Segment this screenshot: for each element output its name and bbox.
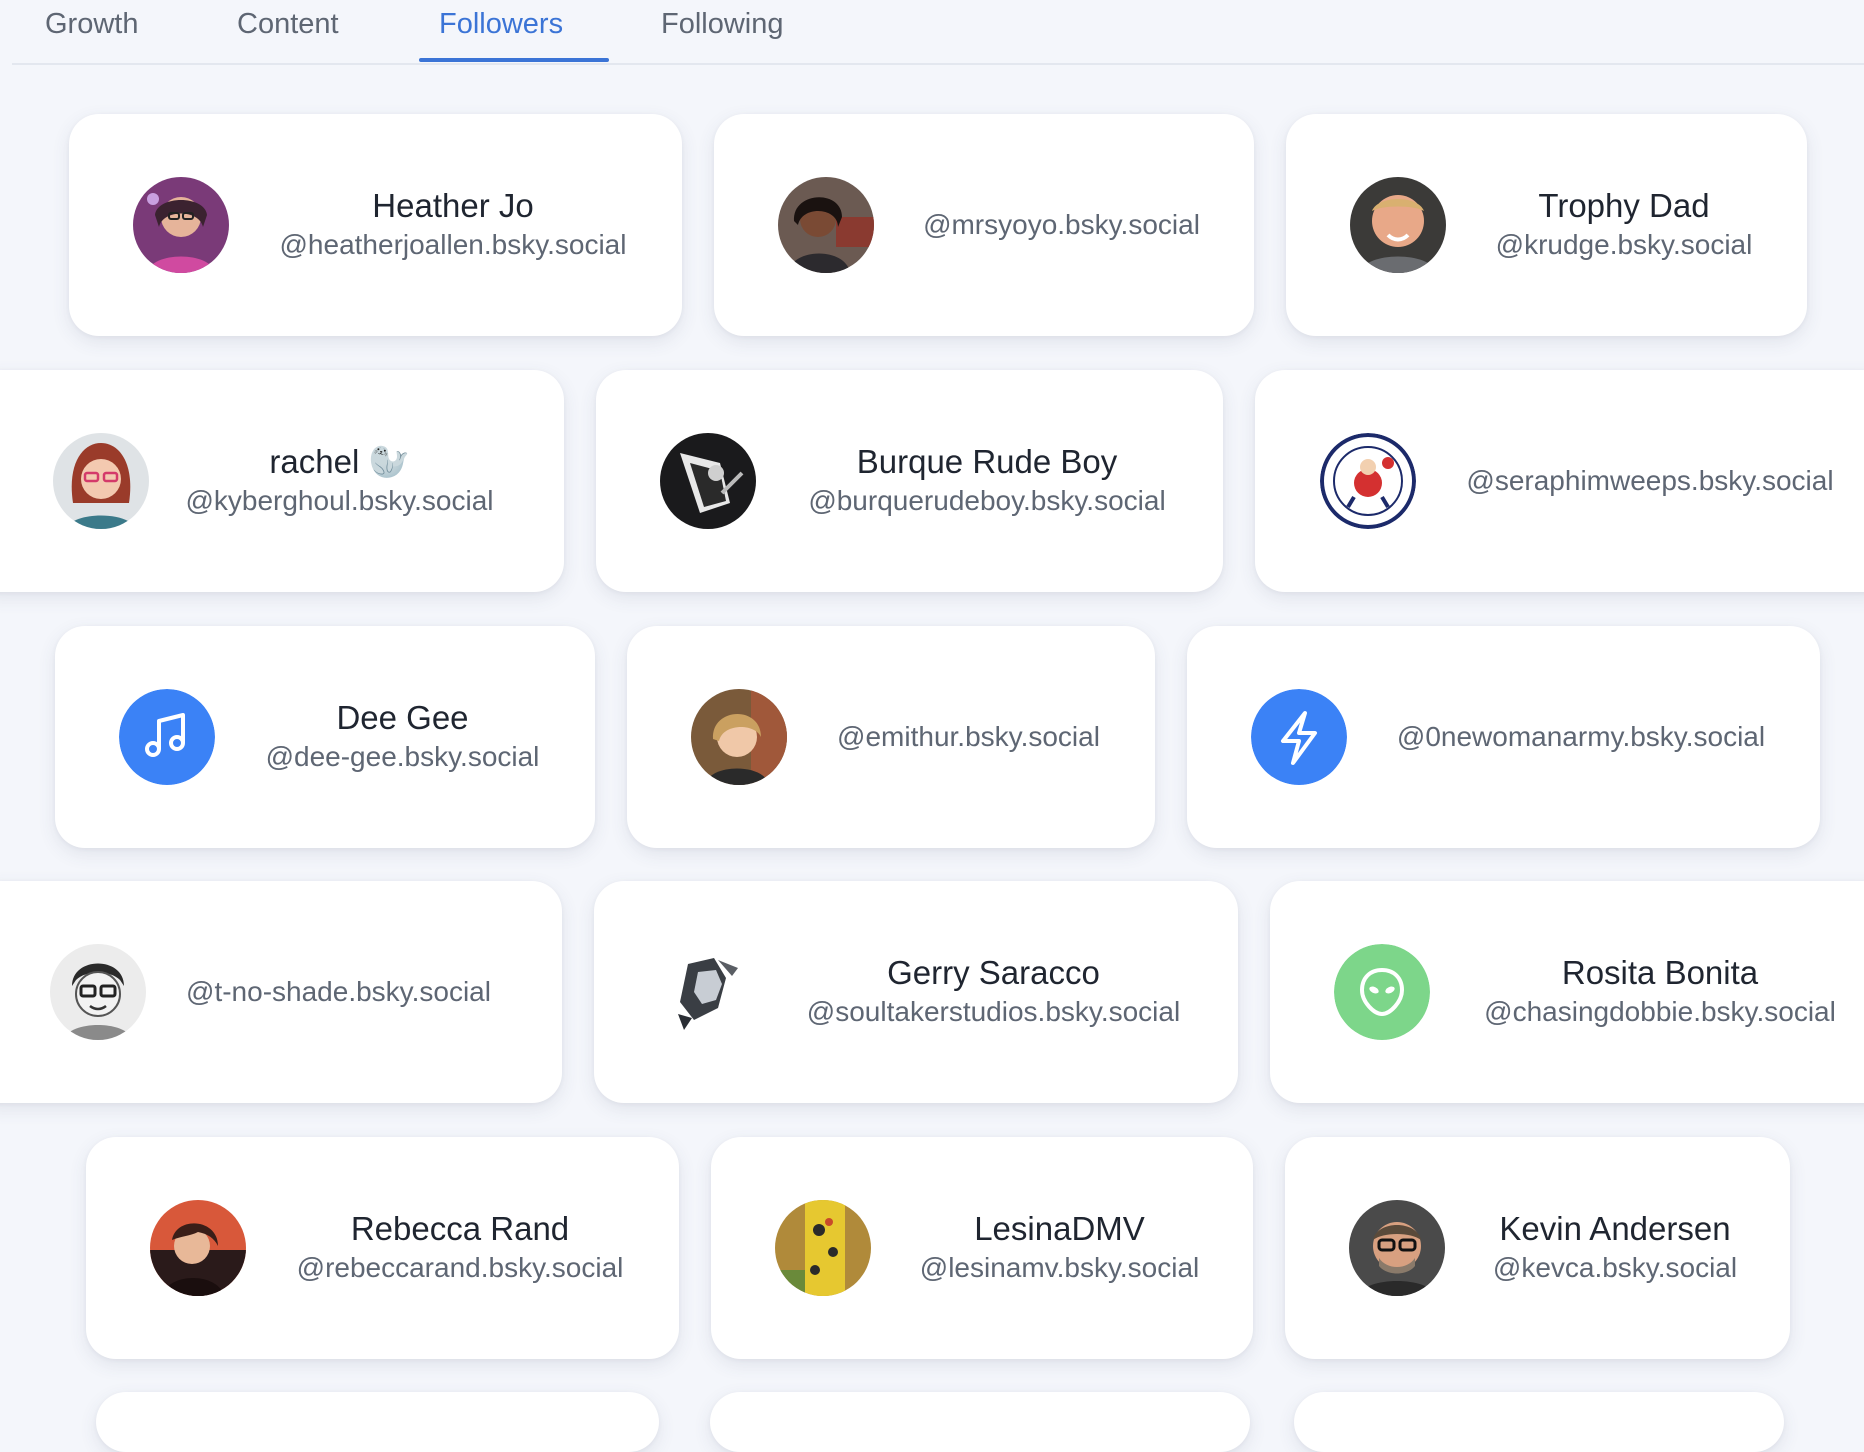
lightning-bolt-icon bbox=[1251, 689, 1347, 785]
denver-nuggets-logo bbox=[1320, 433, 1416, 529]
follower-handle: @dee-gee.bsky.social bbox=[265, 741, 540, 772]
follower-card[interactable]: Gerry Saracco @soultakerstudios.bsky.soc… bbox=[594, 881, 1238, 1103]
follower-card[interactable]: Dee Gee @dee-gee.bsky.social bbox=[55, 626, 595, 848]
follower-handle: @rebeccarand.bsky.social bbox=[296, 1252, 624, 1283]
follower-card[interactable]: Trophy Dad @krudge.bsky.social bbox=[1286, 114, 1807, 336]
follower-name: Rebecca Rand bbox=[350, 1210, 570, 1247]
photo-avatar bbox=[150, 1200, 246, 1296]
follower-card[interactable] bbox=[1294, 1392, 1784, 1452]
follower-name: Rosita Bonita bbox=[1561, 954, 1759, 991]
tab-content[interactable]: Content bbox=[237, 8, 339, 41]
follower-card[interactable]: Rosita Bonita @chasingdobbie.bsky.social bbox=[1270, 881, 1864, 1103]
follower-card[interactable]: LesinaDMV @lesinamv.bsky.social bbox=[711, 1137, 1253, 1359]
photo-avatar bbox=[1349, 1200, 1445, 1296]
tab-followers[interactable]: Followers bbox=[439, 8, 563, 41]
alien-icon bbox=[1334, 944, 1430, 1040]
follower-handle: @burquerudeboy.bsky.social bbox=[808, 485, 1166, 516]
active-tab-indicator bbox=[419, 58, 609, 62]
follower-name: Burque Rude Boy bbox=[856, 443, 1118, 480]
follower-name: Gerry Saracco bbox=[887, 954, 1100, 991]
tab-following[interactable]: Following bbox=[661, 8, 784, 41]
follower-card[interactable]: @seraphimweeps.bsky.social bbox=[1255, 370, 1864, 592]
follower-name: Kevin Andersen bbox=[1499, 1210, 1731, 1247]
tab-bar: Growth Content Followers Following bbox=[12, 0, 1864, 65]
follower-handle: @kyberghoul.bsky.social bbox=[185, 485, 494, 516]
follower-handle: @emithur.bsky.social bbox=[837, 721, 1100, 752]
follower-handle: @0newomanarmy.bsky.social bbox=[1396, 721, 1766, 752]
follower-card[interactable]: Rebecca Rand @rebeccarand.bsky.social bbox=[86, 1137, 679, 1359]
follower-card[interactable]: @emithur.bsky.social bbox=[627, 626, 1155, 848]
follower-card[interactable]: @t-no-shade.bsky.social bbox=[0, 881, 562, 1103]
photo-avatar bbox=[778, 177, 874, 273]
follower-card[interactable]: @mrsyoyo.bsky.social bbox=[714, 114, 1254, 336]
follower-card[interactable]: Heather Jo @heatherjoallen.bsky.social bbox=[69, 114, 682, 336]
music-note-icon bbox=[119, 689, 215, 785]
follower-name: Heather Jo bbox=[372, 187, 534, 224]
follower-name: rachel 🦭 bbox=[269, 443, 410, 480]
tab-growth[interactable]: Growth bbox=[45, 8, 138, 41]
photo-avatar bbox=[1350, 177, 1446, 273]
follower-handle: @lesinamv.bsky.social bbox=[919, 1252, 1200, 1283]
follower-name: LesinaDMV bbox=[974, 1210, 1145, 1247]
follower-card[interactable]: Burque Rude Boy @burquerudeboy.bsky.soci… bbox=[596, 370, 1223, 592]
photo-avatar bbox=[691, 689, 787, 785]
follower-handle: @chasingdobbie.bsky.social bbox=[1484, 996, 1836, 1027]
comic-avatar bbox=[658, 944, 754, 1040]
follower-card[interactable]: Kevin Andersen @kevca.bsky.social bbox=[1285, 1137, 1790, 1359]
follower-card[interactable]: @0newomanarmy.bsky.social bbox=[1187, 626, 1820, 848]
follower-handle: @seraphimweeps.bsky.social bbox=[1466, 465, 1834, 496]
follower-handle: @soultakerstudios.bsky.social bbox=[806, 996, 1181, 1027]
follower-handle: @kevca.bsky.social bbox=[1492, 1252, 1738, 1283]
painting-avatar bbox=[775, 1200, 871, 1296]
follower-handle: @heatherjoallen.bsky.social bbox=[279, 229, 627, 260]
cartoon-avatar bbox=[50, 944, 146, 1040]
follower-handle: @krudge.bsky.social bbox=[1495, 229, 1753, 260]
photo-avatar bbox=[133, 177, 229, 273]
follower-card[interactable] bbox=[96, 1392, 659, 1452]
follower-card[interactable]: rachel 🦭 @kyberghoul.bsky.social bbox=[0, 370, 564, 592]
illustrated-avatar bbox=[53, 433, 149, 529]
follower-name: Dee Gee bbox=[336, 699, 469, 736]
follower-name: Trophy Dad bbox=[1538, 187, 1710, 224]
photo-avatar bbox=[660, 433, 756, 529]
follower-card[interactable] bbox=[710, 1392, 1250, 1452]
follower-handle: @t-no-shade.bsky.social bbox=[186, 976, 491, 1007]
follower-handle: @mrsyoyo.bsky.social bbox=[923, 209, 1200, 240]
